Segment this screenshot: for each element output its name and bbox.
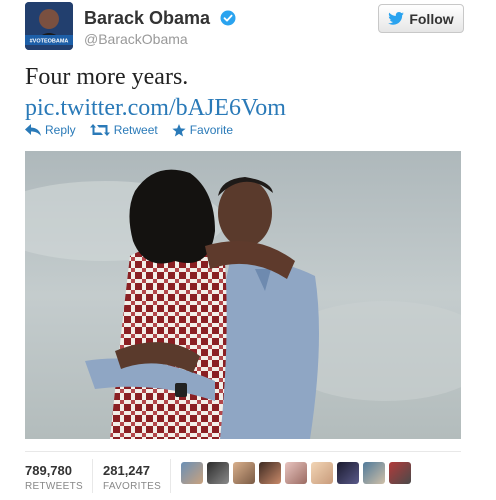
retweet-count-label: RETWEETS [25, 481, 83, 492]
tweet-photo[interactable] [25, 151, 461, 439]
tweet-text: Four more years. [25, 64, 189, 90]
favorite-count-label: FAVORITES [103, 481, 162, 492]
favoriter-avatar[interactable] [207, 462, 229, 484]
favoriter-avatar[interactable] [285, 462, 307, 484]
display-name[interactable]: Barack Obama [84, 8, 210, 29]
profile-avatar[interactable]: #VOTEOBAMA [25, 2, 73, 50]
favoriter-avatar[interactable] [311, 462, 333, 484]
retweet-stat[interactable]: 789,780 RETWEETS [25, 463, 83, 492]
favoriter-avatar[interactable] [337, 462, 359, 484]
reply-label: Reply [45, 123, 76, 137]
favoriter-avatar[interactable] [233, 462, 255, 484]
favoriter-avatar[interactable] [363, 462, 385, 484]
stats-divider [25, 451, 461, 452]
follow-button[interactable]: Follow [378, 4, 464, 33]
favorite-count: 281,247 [103, 463, 150, 478]
favorite-label: Favorite [189, 123, 234, 137]
tweet-media-link[interactable]: pic.twitter.com/bAJE6Vom [25, 93, 286, 123]
reply-arrow-icon [25, 124, 41, 136]
favoriter-avatars [181, 462, 411, 484]
avatar-caption: #VOTEOBAMA [30, 39, 69, 45]
favorite-stat[interactable]: 281,247 FAVORITES [103, 463, 161, 492]
user-handle[interactable]: @BarackObama [84, 31, 188, 47]
stat-separator [170, 459, 171, 493]
stat-separator [92, 459, 93, 493]
retweet-label: Retweet [113, 123, 158, 137]
twitter-bird-icon [388, 12, 405, 25]
favoriter-avatar[interactable] [181, 462, 203, 484]
retweet-icon [89, 124, 110, 136]
favoriter-avatar[interactable] [259, 462, 281, 484]
tweet-actions: Reply Retweet Favorite [25, 123, 233, 137]
reply-button[interactable]: Reply [25, 123, 76, 137]
verified-badge-icon [220, 10, 236, 26]
favorite-button[interactable]: Favorite [172, 123, 233, 137]
retweet-count: 789,780 [25, 463, 72, 478]
follow-label: Follow [409, 10, 454, 27]
retweet-button[interactable]: Retweet [89, 123, 158, 137]
star-icon [172, 123, 186, 136]
favoriter-avatar[interactable] [389, 462, 411, 484]
